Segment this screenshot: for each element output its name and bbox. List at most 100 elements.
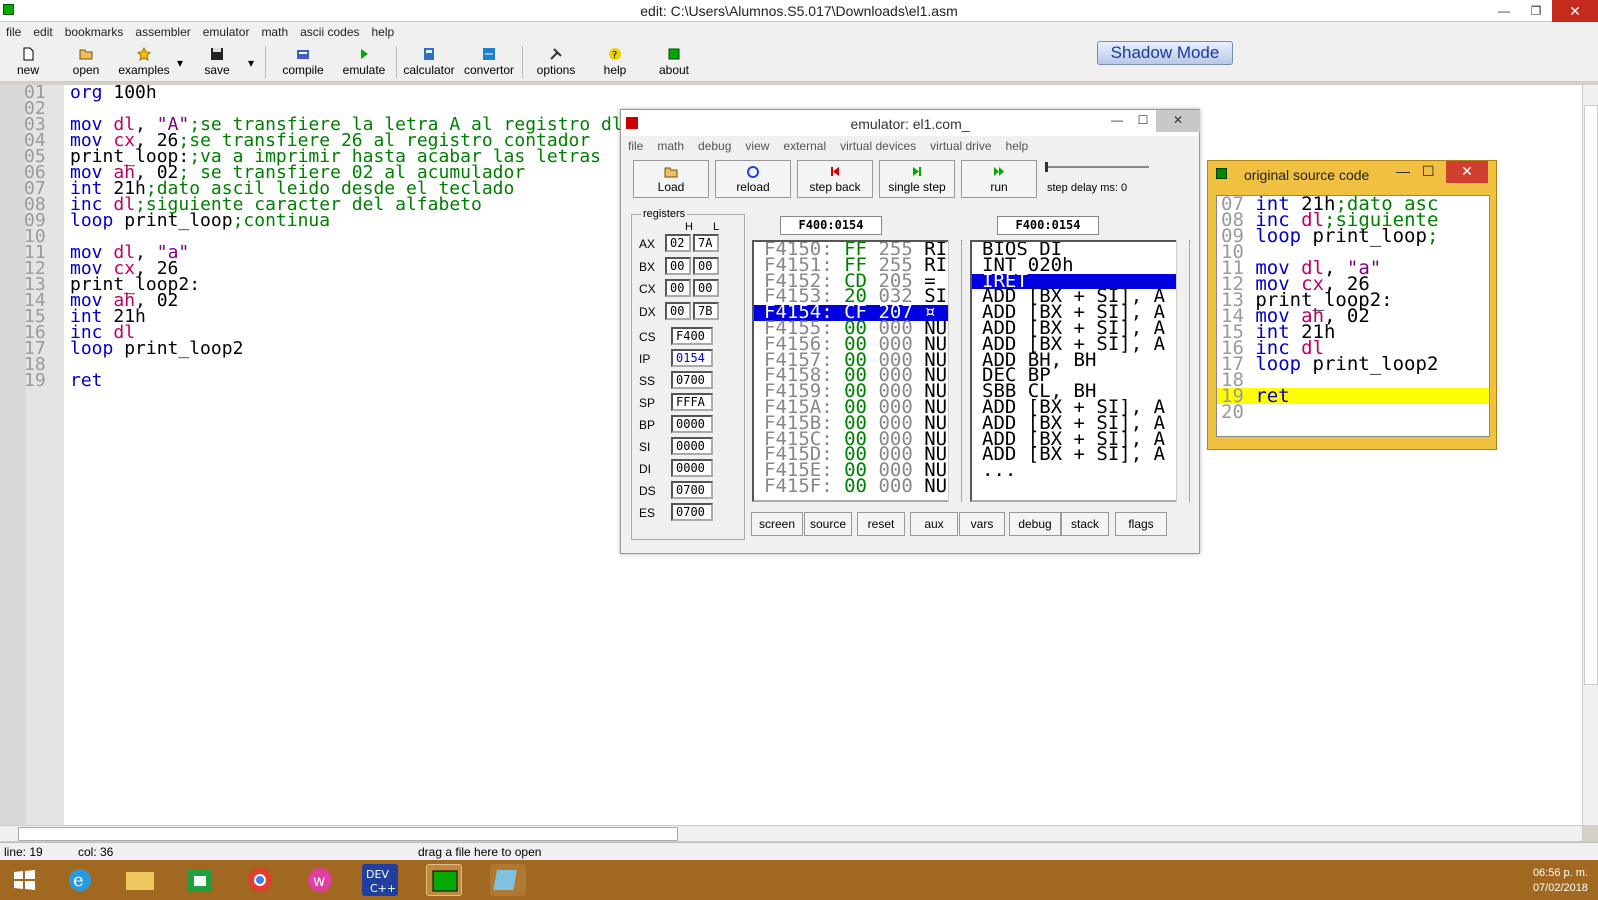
reload-button[interactable]: reload bbox=[715, 160, 791, 198]
load-button[interactable]: Load bbox=[633, 160, 709, 198]
menu-edit[interactable]: edit bbox=[27, 22, 58, 42]
about-button[interactable]: about bbox=[655, 44, 693, 80]
register-value[interactable]: FFFA bbox=[671, 393, 713, 411]
window-title: edit: C:\Users\Alumnos.S5.017\Downloads\… bbox=[640, 3, 958, 19]
emulator-close-button[interactable]: ✕ bbox=[1156, 110, 1200, 132]
slider-handle[interactable] bbox=[1045, 162, 1048, 172]
register-value[interactable]: 0000 bbox=[671, 437, 713, 455]
source-minimize-button[interactable]: — bbox=[1396, 163, 1410, 179]
register-value[interactable]: 0000 bbox=[671, 415, 713, 433]
menu-ascii-codes[interactable]: ascii codes bbox=[294, 22, 365, 42]
source-line[interactable]: 17 loop print_loop2 bbox=[1217, 355, 1489, 374]
register-value[interactable]: F400 bbox=[671, 327, 713, 345]
scroll-thumb[interactable] bbox=[18, 827, 678, 841]
emu-menu-external[interactable]: external bbox=[776, 136, 833, 156]
register-value[interactable]: 0700 bbox=[671, 503, 713, 521]
emu-menu-math[interactable]: math bbox=[650, 136, 691, 156]
shadow-mode-button[interactable]: Shadow Mode bbox=[1097, 41, 1233, 65]
menu-file[interactable]: file bbox=[0, 22, 27, 42]
clock-time[interactable]: 06:56 p. m. bbox=[1533, 866, 1588, 881]
emu-menu-view[interactable]: view bbox=[738, 136, 776, 156]
calculator-button[interactable]: calculator bbox=[402, 44, 456, 80]
convertor-button[interactable]: convertor bbox=[462, 44, 516, 80]
screen-button[interactable]: screen bbox=[751, 512, 803, 536]
source-close-button[interactable]: ✕ bbox=[1446, 161, 1488, 183]
emulate-button[interactable]: emulate bbox=[338, 44, 390, 80]
emulator-menu-bar: file math debug view external virtual devices… bbox=[621, 136, 1199, 156]
disassembly-address-field[interactable]: F400:0154 bbox=[997, 216, 1099, 235]
minimize-button[interactable]: — bbox=[1488, 0, 1520, 22]
clock-date[interactable]: 07/02/2018 bbox=[1533, 881, 1588, 896]
source-code-view[interactable]: 07 int 21h;dato asc 08 inc dl;siguiente 09… bbox=[1216, 195, 1490, 437]
memory-address-field[interactable]: F400:0154 bbox=[780, 216, 882, 235]
source-line[interactable]: 09 loop print_loop; bbox=[1217, 227, 1489, 246]
help-button[interactable]: ? help bbox=[598, 44, 632, 80]
emu8086-icon[interactable] bbox=[426, 864, 462, 896]
emu-menu-virtual-drive[interactable]: virtual drive bbox=[923, 136, 998, 156]
examples-button[interactable]: examples bbox=[116, 44, 172, 80]
disassembly-row[interactable]: ... bbox=[972, 461, 1188, 480]
compile-button[interactable]: compile bbox=[278, 44, 328, 80]
vars-button[interactable]: vars bbox=[959, 512, 1005, 536]
emu-menu-file[interactable]: file bbox=[621, 136, 650, 156]
app-window-icon[interactable] bbox=[490, 864, 526, 896]
save-button[interactable]: save bbox=[200, 44, 234, 80]
windows-start-icon[interactable] bbox=[6, 864, 42, 896]
scroll-thumb[interactable] bbox=[1584, 105, 1598, 685]
debug-button[interactable]: debug bbox=[1009, 512, 1061, 536]
code-line[interactable]: 01 org 100h bbox=[24, 85, 1584, 102]
memory-scrollbar[interactable] bbox=[948, 240, 961, 502]
horizontal-scrollbar[interactable] bbox=[0, 825, 1582, 841]
chrome-icon[interactable] bbox=[242, 864, 278, 896]
source-button[interactable]: source bbox=[804, 512, 852, 536]
restore-button[interactable]: ❐ bbox=[1520, 0, 1552, 22]
step-delay-slider[interactable] bbox=[1045, 166, 1149, 168]
register-high-value[interactable]: 00 bbox=[665, 256, 691, 275]
internet-explorer-icon[interactable]: e bbox=[62, 864, 98, 896]
menu-math[interactable]: math bbox=[255, 22, 294, 42]
play-icon bbox=[361, 49, 368, 59]
menu-assembler[interactable]: assembler bbox=[129, 22, 196, 42]
memory-row[interactable]: F415F: 00 000 NU bbox=[754, 476, 960, 495]
single-step-button[interactable]: single step bbox=[879, 160, 955, 198]
menu-help[interactable]: help bbox=[366, 22, 401, 42]
store-icon[interactable] bbox=[182, 864, 218, 896]
emu-menu-virtual-devices[interactable]: virtual devices bbox=[833, 136, 923, 156]
register-value[interactable]: 0700 bbox=[671, 371, 713, 389]
new-button[interactable]: new bbox=[10, 44, 46, 80]
source-maximize-button[interactable]: ☐ bbox=[1422, 163, 1435, 180]
run-button[interactable]: run bbox=[961, 160, 1037, 198]
register-low-value[interactable]: 7A bbox=[693, 234, 719, 252]
register-low-value[interactable]: 7B bbox=[693, 301, 719, 320]
disassembly-scrollbar[interactable] bbox=[1176, 240, 1189, 502]
vertical-scrollbar[interactable] bbox=[1582, 85, 1598, 825]
step-back-button[interactable]: step back bbox=[797, 160, 873, 198]
close-button[interactable]: ✕ bbox=[1552, 0, 1598, 22]
reset-button[interactable]: reset bbox=[857, 512, 905, 536]
flags-button[interactable]: flags bbox=[1115, 512, 1167, 536]
dev-cpp-icon[interactable]: DEV C++ bbox=[362, 864, 398, 896]
register-value[interactable]: 0700 bbox=[671, 481, 713, 499]
emu-menu-help[interactable]: help bbox=[999, 136, 1036, 156]
register-high-value[interactable]: 02 bbox=[665, 234, 691, 252]
stack-button[interactable]: stack bbox=[1061, 512, 1109, 536]
memory-list[interactable]: F4150: FF 255 RI F4151: FF 255 RI F4152: C… bbox=[752, 240, 962, 502]
menu-bookmarks[interactable]: bookmarks bbox=[59, 22, 130, 42]
source-line[interactable]: 19 ret bbox=[1217, 387, 1489, 406]
disassembly-list[interactable]: BIOS DI INT 020h IRET ADD [BX + SI], A ADD [… bbox=[970, 240, 1190, 502]
options-button[interactable]: options bbox=[533, 44, 579, 80]
register-low-value[interactable]: 00 bbox=[693, 279, 719, 297]
register-low-value[interactable]: 00 bbox=[693, 256, 719, 275]
emulator-minimize-button[interactable]: — bbox=[1103, 110, 1131, 132]
register-high-value[interactable]: 00 bbox=[665, 279, 691, 297]
aux-button[interactable]: aux bbox=[910, 512, 958, 536]
register-value[interactable]: 0000 bbox=[671, 459, 713, 477]
open-button[interactable]: open bbox=[66, 44, 106, 80]
register-high-value[interactable]: 00 bbox=[665, 301, 691, 320]
app-w-icon[interactable]: w bbox=[302, 864, 338, 896]
emu-menu-debug[interactable]: debug bbox=[691, 136, 738, 156]
file-explorer-icon[interactable] bbox=[122, 864, 158, 896]
register-value[interactable]: 0154 bbox=[671, 349, 713, 367]
menu-emulator[interactable]: emulator bbox=[197, 22, 256, 42]
emulator-maximize-button[interactable]: ☐ bbox=[1129, 110, 1157, 132]
